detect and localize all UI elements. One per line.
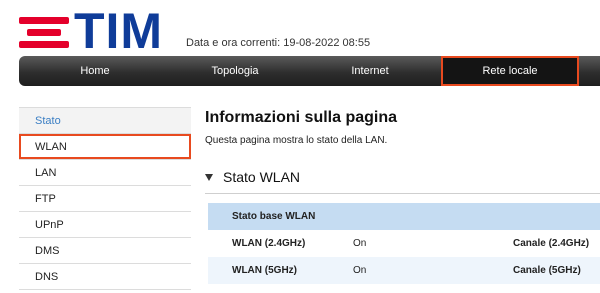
main-content: Informazioni sulla pagina Questa pagina … xyxy=(205,108,600,284)
section-title: Stato WLAN xyxy=(223,169,301,185)
tim-logo: TIM xyxy=(19,5,171,57)
sidebar-item-ftp[interactable]: FTP xyxy=(19,186,191,212)
collapse-arrow-icon[interactable] xyxy=(205,173,213,181)
nav-item-rete-locale[interactable]: Rete locale xyxy=(441,56,579,86)
wlan-name: WLAN (2.4GHz) xyxy=(232,238,306,249)
wlan-status: On xyxy=(353,265,367,276)
section-divider xyxy=(205,193,600,194)
sidebar-item-stato[interactable]: Stato xyxy=(19,107,191,134)
nav-item-internet[interactable]: Internet xyxy=(299,56,441,86)
wlan-status-table: Stato base WLAN WLAN (2.4GHz) On Canale … xyxy=(208,203,600,284)
table-row: WLAN (5GHz) On Canale (5GHz) xyxy=(208,257,600,284)
section-header-stato-wlan[interactable]: Stato WLAN xyxy=(205,168,300,186)
wlan-status: On xyxy=(353,238,367,249)
sidebar-item-wlan[interactable]: WLAN xyxy=(19,134,191,160)
tim-logo-mark-icon xyxy=(19,17,69,49)
logo-text: TIM xyxy=(74,3,164,59)
page-title: Informazioni sulla pagina xyxy=(205,109,398,126)
page-description: Questa pagina mostra lo stato della LAN. xyxy=(205,135,388,146)
main-nav: Home Topologia Internet Rete locale xyxy=(19,56,600,86)
wlan-name: WLAN (5GHz) xyxy=(232,265,297,276)
sidebar-item-upnp[interactable]: UPnP xyxy=(19,212,191,238)
nav-item-topologia[interactable]: Topologia xyxy=(171,56,299,86)
sidebar-item-dns[interactable]: DNS xyxy=(19,264,191,290)
channel-label: Canale (2.4GHz) xyxy=(513,238,590,249)
sidebar-item-lan[interactable]: LAN xyxy=(19,160,191,186)
table-header-row: Stato base WLAN xyxy=(208,203,600,230)
channel-label: Canale (5GHz) xyxy=(513,265,581,276)
table-row: WLAN (2.4GHz) On Canale (2.4GHz) xyxy=(208,230,600,257)
current-datetime: Data e ora correnti: 19-08-2022 08:55 xyxy=(186,37,371,49)
sidebar: Stato WLAN LAN FTP UPnP DMS DNS xyxy=(19,107,191,290)
sidebar-item-dms[interactable]: DMS xyxy=(19,238,191,264)
table-header-label: Stato base WLAN xyxy=(232,211,316,222)
nav-item-home[interactable]: Home xyxy=(19,56,171,86)
